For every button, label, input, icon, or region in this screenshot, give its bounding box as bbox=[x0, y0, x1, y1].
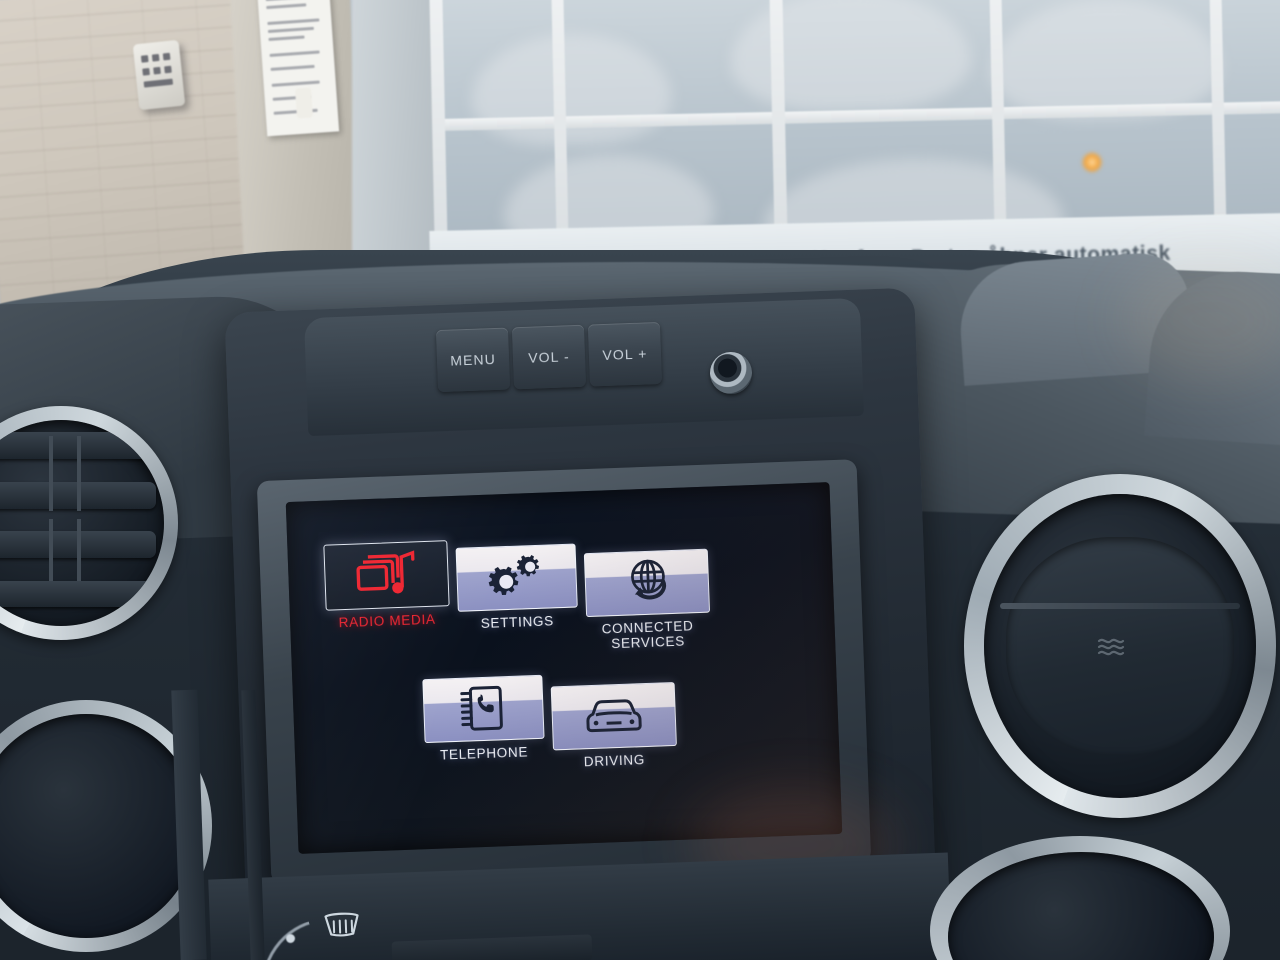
globe-arrow-icon bbox=[631, 559, 667, 600]
main-menu-grid: RADIO MEDIA SETTINGS CONNECTED SERVICES … bbox=[286, 482, 843, 854]
left-vent[interactable] bbox=[0, 420, 164, 626]
volume-up-label: VOL + bbox=[602, 345, 648, 364]
dashboard-photo: Kør frem Porten åbner automatisk el la M… bbox=[0, 0, 1280, 960]
menu-button-label: MENU bbox=[449, 350, 497, 369]
hard-button-row: MENU VOL - VOL + bbox=[435, 321, 663, 393]
volume-down-label: VOL - bbox=[527, 348, 571, 366]
tile-label-connected-services: CONNECTED SERVICES bbox=[586, 618, 709, 652]
radio-media-icon bbox=[356, 550, 415, 594]
tile-driving[interactable]: DRIVING bbox=[550, 681, 677, 770]
airflow-waves-icon bbox=[1095, 635, 1129, 657]
tile-settings[interactable]: SETTINGS bbox=[455, 543, 578, 632]
wall-keypad bbox=[132, 39, 186, 111]
infotainment-screen[interactable]: RADIO MEDIA SETTINGS CONNECTED SERVICES … bbox=[285, 482, 843, 854]
tile-label-driving: DRIVING bbox=[583, 752, 646, 770]
right-vent[interactable] bbox=[984, 494, 1256, 798]
radio-media-card[interactable] bbox=[323, 540, 450, 611]
telephone-card-icon bbox=[460, 685, 503, 731]
connected-services-card[interactable] bbox=[583, 548, 711, 618]
tile-label-settings: SETTINGS bbox=[480, 613, 555, 632]
windscreen-defrost-icon bbox=[321, 909, 362, 947]
tile-connected-services[interactable]: CONNECTED SERVICES bbox=[583, 548, 711, 652]
tile-radio-media[interactable]: RADIO MEDIA bbox=[323, 540, 450, 631]
telephone-card[interactable] bbox=[422, 674, 545, 744]
car-front-icon bbox=[586, 699, 642, 733]
volume-up-button[interactable]: VOL + bbox=[587, 321, 663, 387]
volume-down-button[interactable]: VOL - bbox=[511, 324, 587, 390]
door-handle bbox=[294, 87, 314, 119]
tile-label-telephone: TELEPHONE bbox=[439, 744, 529, 763]
tile-label-radio-media: RADIO MEDIA bbox=[338, 611, 436, 631]
driving-card[interactable] bbox=[550, 681, 677, 751]
menu-button[interactable]: MENU bbox=[435, 327, 511, 393]
gears-icon bbox=[488, 555, 540, 595]
tile-telephone[interactable]: TELEPHONE bbox=[422, 674, 545, 763]
settings-card[interactable] bbox=[455, 543, 578, 612]
climate-dial-marker bbox=[286, 934, 295, 943]
